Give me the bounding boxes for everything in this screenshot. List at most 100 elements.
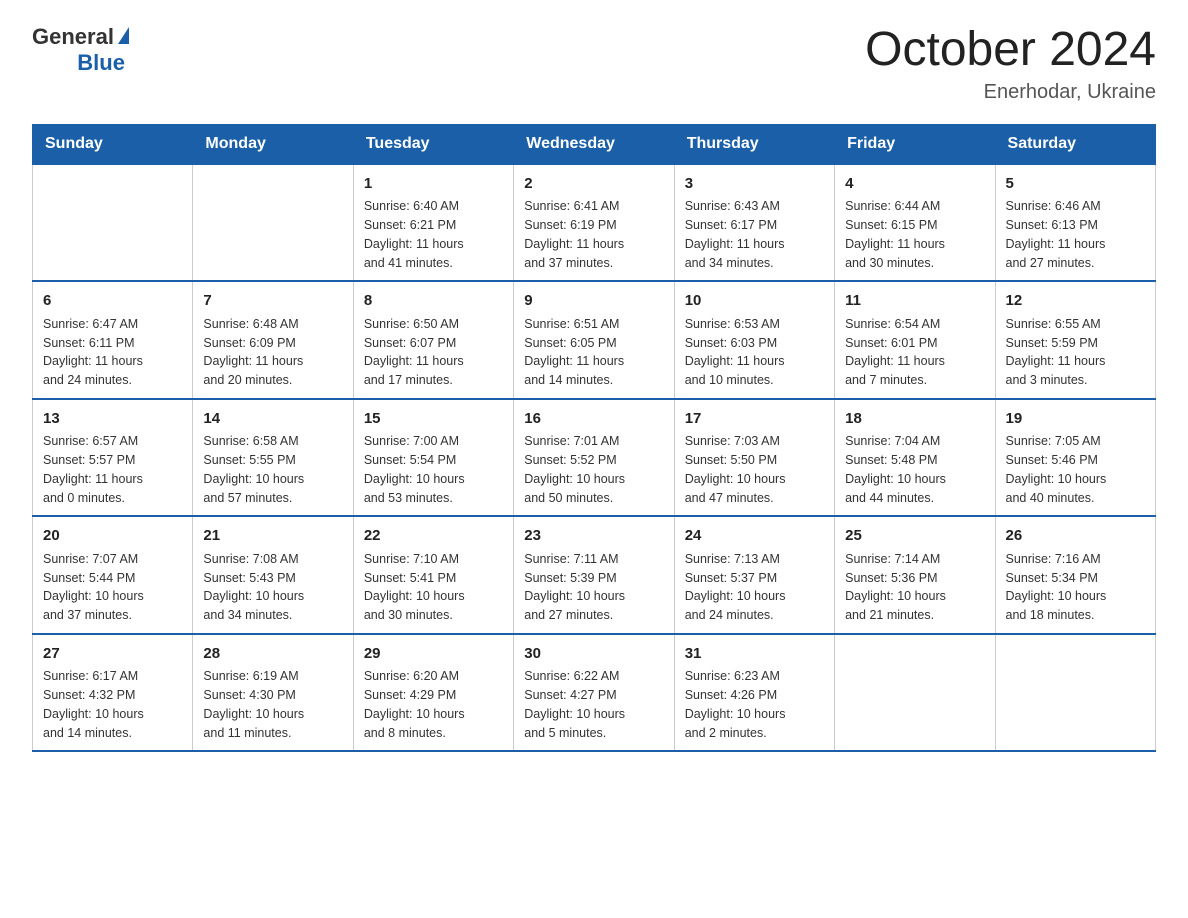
- day-info: Sunrise: 7:00 AMSunset: 5:54 PMDaylight:…: [364, 432, 503, 507]
- day-number: 30: [524, 643, 663, 666]
- calendar-cell-w4-d1: 21Sunrise: 7:08 AMSunset: 5:43 PMDayligh…: [193, 516, 353, 634]
- calendar-week-2: 6Sunrise: 6:47 AMSunset: 6:11 PMDaylight…: [33, 281, 1156, 399]
- day-number: 13: [43, 408, 182, 431]
- day-number: 29: [364, 643, 503, 666]
- calendar-cell-w5-d1: 28Sunrise: 6:19 AMSunset: 4:30 PMDayligh…: [193, 634, 353, 752]
- day-info: Sunrise: 6:54 AMSunset: 6:01 PMDaylight:…: [845, 315, 984, 390]
- calendar-cell-w2-d1: 7Sunrise: 6:48 AMSunset: 6:09 PMDaylight…: [193, 281, 353, 399]
- day-info: Sunrise: 6:55 AMSunset: 5:59 PMDaylight:…: [1006, 315, 1145, 390]
- day-number: 28: [203, 643, 342, 666]
- day-number: 1: [364, 173, 503, 196]
- calendar-cell-w5-d3: 30Sunrise: 6:22 AMSunset: 4:27 PMDayligh…: [514, 634, 674, 752]
- day-info: Sunrise: 6:58 AMSunset: 5:55 PMDaylight:…: [203, 432, 342, 507]
- title-section: October 2024 Enerhodar, Ukraine: [865, 24, 1156, 104]
- day-number: 18: [845, 408, 984, 431]
- day-info: Sunrise: 7:04 AMSunset: 5:48 PMDaylight:…: [845, 432, 984, 507]
- calendar-week-5: 27Sunrise: 6:17 AMSunset: 4:32 PMDayligh…: [33, 634, 1156, 752]
- col-wednesday: Wednesday: [514, 124, 674, 164]
- calendar-cell-w1-d2: 1Sunrise: 6:40 AMSunset: 6:21 PMDaylight…: [353, 164, 513, 282]
- calendar-week-4: 20Sunrise: 7:07 AMSunset: 5:44 PMDayligh…: [33, 516, 1156, 634]
- day-info: Sunrise: 7:10 AMSunset: 5:41 PMDaylight:…: [364, 550, 503, 625]
- logo: General Blue: [32, 24, 129, 76]
- day-number: 10: [685, 290, 824, 313]
- calendar-cell-w4-d4: 24Sunrise: 7:13 AMSunset: 5:37 PMDayligh…: [674, 516, 834, 634]
- col-tuesday: Tuesday: [353, 124, 513, 164]
- calendar-cell-w2-d6: 12Sunrise: 6:55 AMSunset: 5:59 PMDayligh…: [995, 281, 1155, 399]
- calendar-cell-w5-d4: 31Sunrise: 6:23 AMSunset: 4:26 PMDayligh…: [674, 634, 834, 752]
- calendar-cell-w3-d3: 16Sunrise: 7:01 AMSunset: 5:52 PMDayligh…: [514, 399, 674, 517]
- calendar-header-row: Sunday Monday Tuesday Wednesday Thursday…: [33, 124, 1156, 164]
- day-info: Sunrise: 6:57 AMSunset: 5:57 PMDaylight:…: [43, 432, 182, 507]
- day-info: Sunrise: 7:05 AMSunset: 5:46 PMDaylight:…: [1006, 432, 1145, 507]
- calendar-cell-w3-d2: 15Sunrise: 7:00 AMSunset: 5:54 PMDayligh…: [353, 399, 513, 517]
- location-title: Enerhodar, Ukraine: [865, 81, 1156, 104]
- day-number: 17: [685, 408, 824, 431]
- calendar-cell-w1-d6: 5Sunrise: 6:46 AMSunset: 6:13 PMDaylight…: [995, 164, 1155, 282]
- calendar-cell-w1-d3: 2Sunrise: 6:41 AMSunset: 6:19 PMDaylight…: [514, 164, 674, 282]
- day-info: Sunrise: 6:44 AMSunset: 6:15 PMDaylight:…: [845, 197, 984, 272]
- logo-blue-text: Blue: [77, 50, 125, 76]
- calendar-table: Sunday Monday Tuesday Wednesday Thursday…: [32, 124, 1156, 753]
- day-info: Sunrise: 7:01 AMSunset: 5:52 PMDaylight:…: [524, 432, 663, 507]
- day-number: 12: [1006, 290, 1145, 313]
- calendar-cell-w4-d3: 23Sunrise: 7:11 AMSunset: 5:39 PMDayligh…: [514, 516, 674, 634]
- calendar-cell-w4-d2: 22Sunrise: 7:10 AMSunset: 5:41 PMDayligh…: [353, 516, 513, 634]
- day-number: 14: [203, 408, 342, 431]
- calendar-week-1: 1Sunrise: 6:40 AMSunset: 6:21 PMDaylight…: [33, 164, 1156, 282]
- day-info: Sunrise: 7:08 AMSunset: 5:43 PMDaylight:…: [203, 550, 342, 625]
- calendar-cell-w2-d4: 10Sunrise: 6:53 AMSunset: 6:03 PMDayligh…: [674, 281, 834, 399]
- calendar-cell-w3-d4: 17Sunrise: 7:03 AMSunset: 5:50 PMDayligh…: [674, 399, 834, 517]
- day-number: 19: [1006, 408, 1145, 431]
- col-sunday: Sunday: [33, 124, 193, 164]
- calendar-cell-w3-d5: 18Sunrise: 7:04 AMSunset: 5:48 PMDayligh…: [835, 399, 995, 517]
- day-info: Sunrise: 6:19 AMSunset: 4:30 PMDaylight:…: [203, 667, 342, 742]
- col-friday: Friday: [835, 124, 995, 164]
- day-info: Sunrise: 6:51 AMSunset: 6:05 PMDaylight:…: [524, 315, 663, 390]
- calendar-cell-w3-d0: 13Sunrise: 6:57 AMSunset: 5:57 PMDayligh…: [33, 399, 193, 517]
- calendar-cell-w2-d2: 8Sunrise: 6:50 AMSunset: 6:07 PMDaylight…: [353, 281, 513, 399]
- day-number: 7: [203, 290, 342, 313]
- day-info: Sunrise: 6:41 AMSunset: 6:19 PMDaylight:…: [524, 197, 663, 272]
- day-info: Sunrise: 7:14 AMSunset: 5:36 PMDaylight:…: [845, 550, 984, 625]
- day-number: 8: [364, 290, 503, 313]
- day-info: Sunrise: 7:13 AMSunset: 5:37 PMDaylight:…: [685, 550, 824, 625]
- day-number: 20: [43, 525, 182, 548]
- calendar-cell-w4-d5: 25Sunrise: 7:14 AMSunset: 5:36 PMDayligh…: [835, 516, 995, 634]
- day-number: 5: [1006, 173, 1145, 196]
- day-number: 11: [845, 290, 984, 313]
- day-number: 31: [685, 643, 824, 666]
- calendar-cell-w3-d6: 19Sunrise: 7:05 AMSunset: 5:46 PMDayligh…: [995, 399, 1155, 517]
- col-monday: Monday: [193, 124, 353, 164]
- day-number: 4: [845, 173, 984, 196]
- calendar-cell-w2-d0: 6Sunrise: 6:47 AMSunset: 6:11 PMDaylight…: [33, 281, 193, 399]
- calendar-cell-w2-d5: 11Sunrise: 6:54 AMSunset: 6:01 PMDayligh…: [835, 281, 995, 399]
- day-info: Sunrise: 6:40 AMSunset: 6:21 PMDaylight:…: [364, 197, 503, 272]
- day-number: 24: [685, 525, 824, 548]
- day-number: 25: [845, 525, 984, 548]
- day-info: Sunrise: 6:47 AMSunset: 6:11 PMDaylight:…: [43, 315, 182, 390]
- day-number: 6: [43, 290, 182, 313]
- calendar-cell-w4-d6: 26Sunrise: 7:16 AMSunset: 5:34 PMDayligh…: [995, 516, 1155, 634]
- day-info: Sunrise: 7:16 AMSunset: 5:34 PMDaylight:…: [1006, 550, 1145, 625]
- day-info: Sunrise: 7:11 AMSunset: 5:39 PMDaylight:…: [524, 550, 663, 625]
- day-info: Sunrise: 6:22 AMSunset: 4:27 PMDaylight:…: [524, 667, 663, 742]
- calendar-cell-w1-d4: 3Sunrise: 6:43 AMSunset: 6:17 PMDaylight…: [674, 164, 834, 282]
- calendar-cell-w5-d2: 29Sunrise: 6:20 AMSunset: 4:29 PMDayligh…: [353, 634, 513, 752]
- day-info: Sunrise: 7:03 AMSunset: 5:50 PMDaylight:…: [685, 432, 824, 507]
- page-header: General Blue October 2024 Enerhodar, Ukr…: [32, 24, 1156, 104]
- day-info: Sunrise: 6:53 AMSunset: 6:03 PMDaylight:…: [685, 315, 824, 390]
- calendar-cell-w1-d5: 4Sunrise: 6:44 AMSunset: 6:15 PMDaylight…: [835, 164, 995, 282]
- day-info: Sunrise: 6:17 AMSunset: 4:32 PMDaylight:…: [43, 667, 182, 742]
- logo-general-text: General: [32, 24, 114, 50]
- day-number: 3: [685, 173, 824, 196]
- day-number: 9: [524, 290, 663, 313]
- day-info: Sunrise: 7:07 AMSunset: 5:44 PMDaylight:…: [43, 550, 182, 625]
- day-info: Sunrise: 6:20 AMSunset: 4:29 PMDaylight:…: [364, 667, 503, 742]
- day-number: 23: [524, 525, 663, 548]
- day-number: 22: [364, 525, 503, 548]
- day-number: 2: [524, 173, 663, 196]
- calendar-cell-w3-d1: 14Sunrise: 6:58 AMSunset: 5:55 PMDayligh…: [193, 399, 353, 517]
- calendar-cell-w2-d3: 9Sunrise: 6:51 AMSunset: 6:05 PMDaylight…: [514, 281, 674, 399]
- calendar-cell-w5-d6: [995, 634, 1155, 752]
- logo-triangle-icon: [118, 27, 129, 44]
